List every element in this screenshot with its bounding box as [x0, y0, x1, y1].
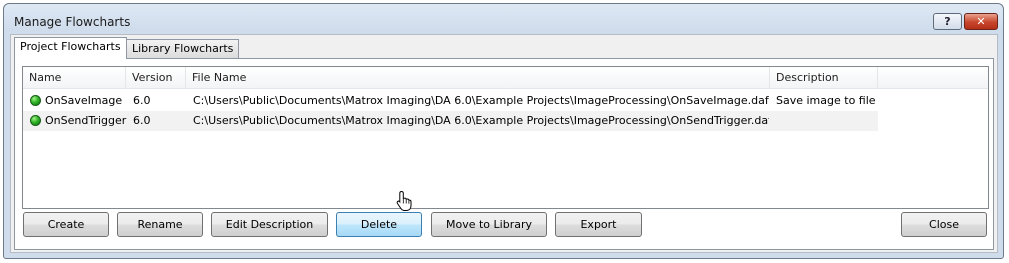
tab-label: Library Flowcharts — [132, 42, 234, 55]
row-version: 6.0 — [133, 94, 151, 107]
row-description — [776, 111, 876, 131]
status-ok-icon — [30, 115, 41, 126]
rename-button[interactable]: Rename — [117, 212, 203, 237]
tab-project-flowcharts[interactable]: Project Flowcharts — [14, 37, 127, 59]
row-name: OnSendTrigger — [45, 114, 127, 127]
delete-button[interactable]: Delete — [336, 212, 422, 237]
row-file-name: C:\Users\Public\Documents\Matrox Imaging… — [193, 94, 769, 107]
row-version: 6.0 — [133, 114, 151, 127]
manage-flowcharts-dialog: Manage Flowcharts ? ✕ Project Flowcharts… — [3, 3, 1004, 259]
close-icon: ✕ — [976, 15, 986, 28]
column-header-filler — [878, 67, 988, 88]
table-row[interactable]: OnSendTrigger 6.0 C:\Users\Public\Docume… — [23, 111, 878, 131]
help-button[interactable]: ? — [933, 13, 962, 30]
project-flowcharts-panel: Name Version File Name Description OnSav… — [14, 58, 994, 250]
row-file-name: C:\Users\Public\Documents\Matrox Imaging… — [193, 114, 769, 127]
export-button[interactable]: Export — [555, 212, 642, 237]
status-ok-icon — [30, 95, 41, 106]
column-header-version[interactable]: Version — [126, 67, 186, 88]
column-header-row: Name Version File Name Description — [23, 67, 988, 89]
row-name: OnSaveImage — [45, 94, 123, 107]
window-close-button[interactable]: ✕ — [964, 13, 998, 30]
hand-cursor-icon — [396, 190, 412, 211]
flowcharts-list[interactable]: Name Version File Name Description OnSav… — [22, 66, 989, 209]
row-description: Save image to file. — [776, 94, 876, 107]
move-to-library-button[interactable]: Move to Library — [431, 212, 547, 237]
column-header-description[interactable]: Description — [770, 67, 878, 88]
edit-description-button[interactable]: Edit Description — [211, 212, 328, 237]
table-row[interactable]: OnSaveImage 6.0 C:\Users\Public\Document… — [23, 91, 878, 111]
tab-library-flowcharts[interactable]: Library Flowcharts — [126, 39, 240, 58]
column-header-name[interactable]: Name — [23, 67, 126, 88]
dialog-client-area: Project Flowcharts Library Flowcharts Na… — [10, 34, 998, 253]
title-bar[interactable]: Manage Flowcharts ? ✕ — [4, 4, 1003, 34]
column-header-file-name[interactable]: File Name — [186, 67, 770, 88]
close-button[interactable]: Close — [901, 212, 987, 237]
window-title: Manage Flowcharts — [14, 15, 131, 29]
create-button[interactable]: Create — [23, 212, 109, 237]
tab-label: Project Flowcharts — [20, 40, 121, 53]
help-icon: ? — [944, 15, 951, 28]
